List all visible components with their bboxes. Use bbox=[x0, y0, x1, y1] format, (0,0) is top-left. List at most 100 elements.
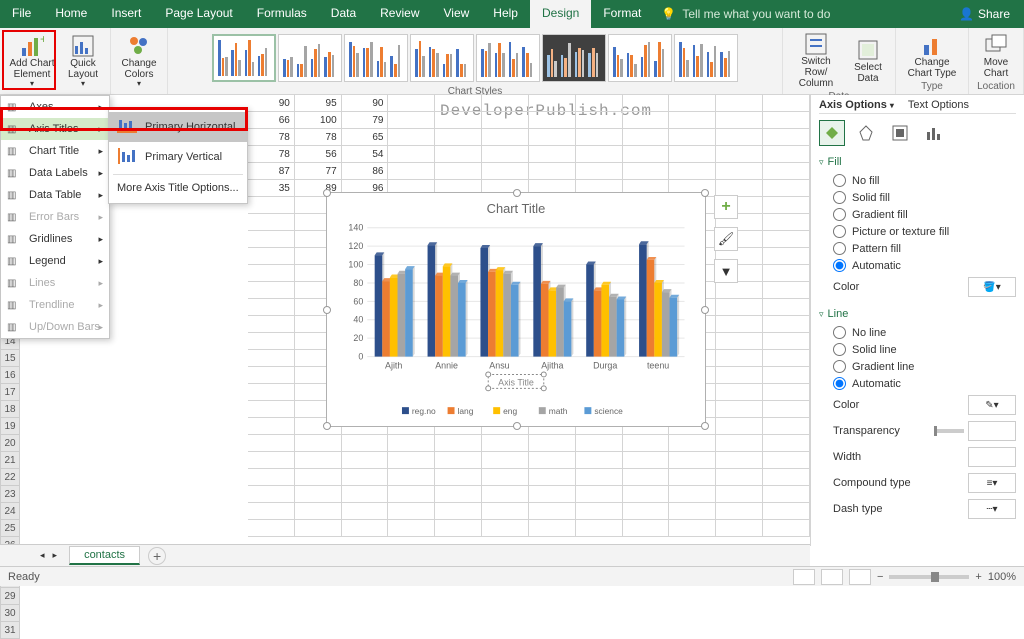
row-header[interactable]: 19 bbox=[0, 418, 20, 435]
line-option-automatic[interactable]: Automatic bbox=[819, 375, 1016, 392]
row-header[interactable]: 24 bbox=[0, 503, 20, 520]
add-chart-element-button[interactable]: + Add Chart Element▾ bbox=[4, 30, 60, 92]
dash-type-picker[interactable]: ┄▾ bbox=[968, 499, 1016, 519]
text-options-tab[interactable]: Text Options bbox=[908, 99, 969, 111]
tab-file[interactable]: File bbox=[0, 0, 43, 28]
chart-style-thumb-7[interactable] bbox=[608, 34, 672, 82]
page-break-view-button[interactable] bbox=[849, 569, 871, 585]
menu-item-gridlines[interactable]: ▥Gridlines▸ bbox=[1, 228, 109, 250]
fill-and-line-tab[interactable] bbox=[819, 120, 845, 146]
menu-item-legend[interactable]: ▥Legend▸ bbox=[1, 250, 109, 272]
tell-me-search[interactable]: 💡 Tell me what you want to do bbox=[653, 0, 830, 28]
chart-styles-button[interactable]: 🖌 bbox=[714, 227, 738, 251]
zoom-in-button[interactable]: + bbox=[975, 571, 981, 583]
fill-option-no-fill[interactable]: No fill bbox=[819, 172, 1016, 189]
row-header[interactable]: 29 bbox=[0, 588, 20, 605]
chart-style-thumb-4[interactable] bbox=[410, 34, 474, 82]
select-data-button[interactable]: Select Data bbox=[845, 30, 891, 91]
fill-color-label: Color bbox=[819, 281, 968, 293]
chart-style-thumb-5[interactable] bbox=[476, 34, 540, 82]
axis-options-tab[interactable]: Axis Options ▾ bbox=[819, 99, 894, 111]
normal-view-button[interactable] bbox=[793, 569, 815, 585]
primary-horizontal-label: Primary Horizontal bbox=[145, 121, 235, 133]
fill-option-picture-or-texture-fill[interactable]: Picture or texture fill bbox=[819, 223, 1016, 240]
menu-item-data-labels[interactable]: ▥Data Labels▸ bbox=[1, 162, 109, 184]
fill-color-picker[interactable]: 🪣▾ bbox=[968, 277, 1016, 297]
fill-option-solid-fill[interactable]: Solid fill bbox=[819, 189, 1016, 206]
sheet-tab-contacts[interactable]: contacts bbox=[69, 546, 140, 565]
tab-format[interactable]: Format bbox=[591, 0, 653, 28]
zoom-slider[interactable] bbox=[889, 575, 969, 579]
tab-insert[interactable]: Insert bbox=[99, 0, 153, 28]
line-option-gradient-line[interactable]: Gradient line bbox=[819, 358, 1016, 375]
fill-option-pattern-fill[interactable]: Pattern fill bbox=[819, 240, 1016, 257]
line-option-solid-line[interactable]: Solid line bbox=[819, 341, 1016, 358]
tab-design[interactable]: Design bbox=[530, 0, 591, 28]
sheet-nav-next[interactable]: ▸ bbox=[53, 550, 58, 561]
tab-help[interactable]: Help bbox=[481, 0, 530, 28]
chart-elements-button[interactable]: + bbox=[714, 195, 738, 219]
chart-style-thumb-8[interactable] bbox=[674, 34, 738, 82]
tab-data[interactable]: Data bbox=[319, 0, 368, 28]
primary-horizontal-item[interactable]: Primary Horizontal bbox=[109, 112, 247, 142]
width-input[interactable] bbox=[968, 447, 1016, 467]
chart-style-thumb-1[interactable] bbox=[212, 34, 276, 82]
transparency-input[interactable] bbox=[968, 421, 1016, 441]
row-header[interactable]: 25 bbox=[0, 520, 20, 537]
share-button[interactable]: 👤 Share bbox=[959, 0, 1024, 28]
size-tab[interactable] bbox=[887, 120, 913, 146]
row-header[interactable]: 15 bbox=[0, 350, 20, 367]
chart-style-thumb-6[interactable] bbox=[542, 34, 606, 82]
chart-filters-button[interactable]: ▼ bbox=[714, 259, 738, 283]
add-sheet-button[interactable]: + bbox=[148, 547, 166, 565]
tab-page-layout[interactable]: Page Layout bbox=[153, 0, 244, 28]
tab-review[interactable]: Review bbox=[368, 0, 431, 28]
fill-option-automatic[interactable]: Automatic bbox=[819, 257, 1016, 274]
type-group-label: Type bbox=[921, 81, 943, 92]
chart-side-buttons: + 🖌 ▼ bbox=[714, 195, 738, 283]
zoom-out-button[interactable]: − bbox=[877, 571, 883, 583]
svg-text:Ajitha: Ajitha bbox=[541, 360, 563, 370]
move-chart-button[interactable]: Move Chart bbox=[973, 30, 1019, 81]
axis-props-tab[interactable] bbox=[921, 120, 947, 146]
row-header[interactable]: 18 bbox=[0, 401, 20, 418]
tab-home[interactable]: Home bbox=[43, 0, 99, 28]
menu-item-chart-title[interactable]: ▥Chart Title▸ bbox=[1, 140, 109, 162]
line-option-no-line[interactable]: No line bbox=[819, 324, 1016, 341]
effects-tab[interactable] bbox=[853, 120, 879, 146]
menu-item-data-table[interactable]: ▥Data Table▸ bbox=[1, 184, 109, 206]
primary-vertical-item[interactable]: Primary Vertical bbox=[109, 142, 247, 172]
tab-view[interactable]: View bbox=[432, 0, 482, 28]
page-layout-view-button[interactable] bbox=[821, 569, 843, 585]
chart-style-thumb-2[interactable] bbox=[278, 34, 342, 82]
row-header[interactable]: 16 bbox=[0, 367, 20, 384]
switch-row-column-button[interactable]: Switch Row/ Column bbox=[787, 30, 845, 91]
row-header[interactable]: 17 bbox=[0, 384, 20, 401]
row-header[interactable]: 31 bbox=[0, 622, 20, 639]
status-bar: Ready − + 100% bbox=[0, 566, 1024, 586]
change-chart-type-button[interactable]: Change Chart Type bbox=[900, 30, 964, 81]
row-header[interactable]: 22 bbox=[0, 469, 20, 486]
menu-item-axes[interactable]: ▥Axes▸ bbox=[1, 96, 109, 118]
line-section-header[interactable]: ▿Line bbox=[819, 308, 1016, 320]
tab-formulas[interactable]: Formulas bbox=[245, 0, 319, 28]
row-header[interactable]: 30 bbox=[0, 605, 20, 622]
quick-layout-button[interactable]: Quick Layout▾ bbox=[60, 30, 106, 92]
transparency-slider[interactable] bbox=[934, 429, 964, 433]
fill-option-gradient-fill[interactable]: Gradient fill bbox=[819, 206, 1016, 223]
line-color-picker[interactable]: ✎▾ bbox=[968, 395, 1016, 415]
embedded-chart[interactable]: Chart Title020406080100120140AjithAnnieA… bbox=[326, 192, 706, 427]
chart-style-thumb-3[interactable] bbox=[344, 34, 408, 82]
spreadsheet-grid[interactable]: DeveloperPublish.com ▥Axes▸▥Axis Titles▸… bbox=[0, 95, 810, 546]
more-axis-title-options-item[interactable]: More Axis Title Options... bbox=[109, 177, 247, 199]
sheet-nav-prev[interactable]: ◂ bbox=[40, 550, 45, 561]
row-header[interactable]: 21 bbox=[0, 452, 20, 469]
row-header[interactable]: 20 bbox=[0, 435, 20, 452]
menu-item-axis-titles[interactable]: ▥Axis Titles▸ bbox=[1, 118, 109, 140]
change-colors-button[interactable]: Change Colors▾ bbox=[115, 30, 163, 92]
switch-row-column-label: Switch Row/ Column bbox=[792, 56, 840, 89]
row-header[interactable]: 23 bbox=[0, 486, 20, 503]
paint-bucket-icon bbox=[823, 124, 841, 142]
fill-section-header[interactable]: ▿Fill bbox=[819, 156, 1016, 168]
compound-type-picker[interactable]: ≡▾ bbox=[968, 473, 1016, 493]
